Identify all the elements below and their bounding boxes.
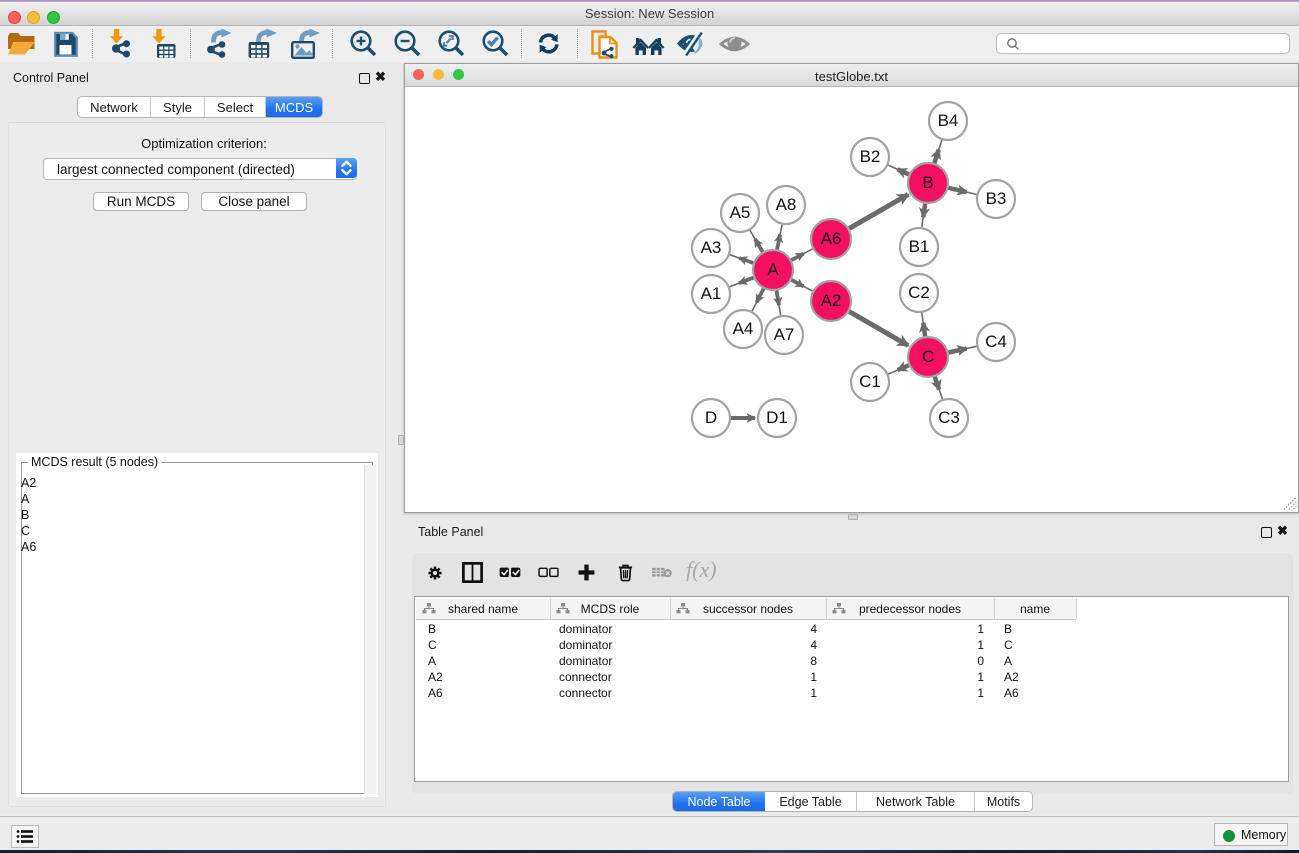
svg-text:D: D [705, 408, 717, 427]
svg-text:C2: C2 [908, 283, 930, 302]
svg-text:C4: C4 [985, 332, 1007, 351]
svg-text:B: B [922, 173, 933, 192]
svg-text:A: A [767, 260, 779, 279]
svg-text:C3: C3 [938, 408, 960, 427]
svg-text:A8: A8 [776, 195, 797, 214]
svg-text:A6: A6 [821, 229, 842, 248]
svg-text:A5: A5 [730, 203, 751, 222]
svg-text:A4: A4 [733, 319, 754, 338]
svg-text:A3: A3 [701, 238, 722, 257]
svg-text:A1: A1 [701, 284, 722, 303]
svg-text:B1: B1 [909, 237, 930, 256]
svg-text:B3: B3 [986, 189, 1007, 208]
svg-text:C: C [922, 347, 934, 366]
svg-text:C1: C1 [859, 372, 881, 391]
svg-text:A7: A7 [774, 325, 795, 344]
svg-text:B4: B4 [938, 111, 959, 130]
svg-text:B2: B2 [860, 147, 881, 166]
svg-text:A2: A2 [821, 291, 842, 310]
svg-text:D1: D1 [766, 408, 788, 427]
